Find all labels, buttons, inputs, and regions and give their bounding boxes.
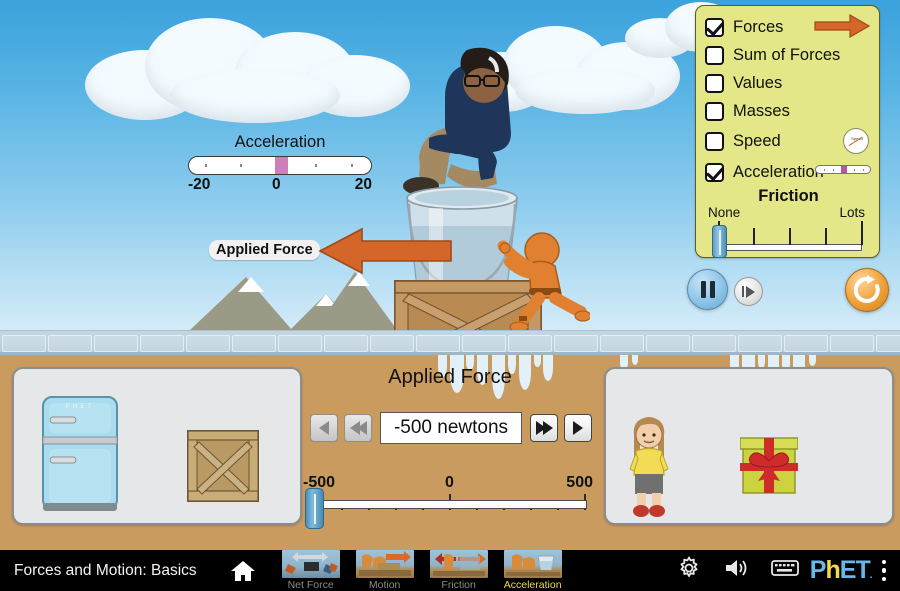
friction-min-label: None: [708, 205, 741, 220]
reset-icon: [853, 275, 880, 303]
checkbox-row-sum-of-forces[interactable]: Sum of Forces: [705, 44, 840, 66]
checkbox-sum-of-forces[interactable]: [705, 45, 724, 65]
kebab-menu-icon[interactable]: [881, 558, 886, 584]
tab-motion[interactable]: Motion: [353, 550, 417, 591]
tab-acceleration-thumbnail: [503, 550, 562, 578]
simulation-root: Acceleration -20 0 20 Applied Force Forc…: [0, 0, 900, 591]
speedometer-icon: Speed: [843, 128, 869, 154]
checkbox-acceleration[interactable]: [705, 162, 724, 182]
tab-motion-label: Motion: [368, 579, 401, 591]
friction-slider-thumb[interactable]: [712, 225, 727, 258]
applied-force-arrow-icon: [318, 227, 452, 275]
applied-force-value[interactable]: -500 newtons: [380, 412, 522, 444]
tab-acceleration[interactable]: Acceleration: [501, 550, 565, 591]
tab-net-force-label: Net Force: [287, 579, 334, 591]
tab-acceleration-label: Acceleration: [503, 579, 562, 591]
acceleration-meter: Acceleration -20 0 20: [188, 133, 372, 195]
checkbox-label-values: Values: [733, 73, 783, 92]
acc-min-label: -20: [188, 176, 211, 193]
toolbox-right: [604, 367, 894, 525]
tab-friction-label: Friction: [441, 579, 476, 591]
cloud-left: [85, 10, 415, 123]
acceleration-meter-indicator: [275, 157, 288, 174]
checkbox-row-speed[interactable]: Speed: [705, 130, 781, 152]
refrigerator-item[interactable]: PHET: [41, 395, 119, 513]
checkbox-label-masses: Masses: [733, 101, 790, 120]
acceleration-meter-labels: -20 0 20: [188, 176, 372, 195]
increase-large-button[interactable]: [530, 414, 558, 442]
bottom-navbar: Forces and Motion: Basics Net Force Moti…: [0, 550, 900, 591]
pause-button[interactable]: [687, 269, 728, 310]
visibility-control-panel: Forces Sum of Forces Values Masses Speed…: [695, 5, 880, 258]
acc-mid-label: 0: [272, 176, 281, 193]
sim-title: Forces and Motion: Basics: [14, 561, 197, 579]
friction-max-label: Lots: [839, 205, 865, 220]
svg-text:PHET: PHET: [66, 404, 94, 410]
checkbox-row-values[interactable]: Values: [705, 72, 782, 94]
orange-arrow-icon: [814, 14, 870, 38]
home-icon[interactable]: [230, 559, 256, 583]
tab-friction[interactable]: Friction: [427, 550, 491, 591]
checkbox-row-masses[interactable]: Masses: [705, 100, 790, 122]
applied-force-stepper: -500 newtons: [310, 412, 592, 444]
checkbox-label-acceleration: Acceleration: [733, 162, 824, 181]
checkbox-label-sum-of-forces: Sum of Forces: [733, 45, 841, 64]
tab-net-force-thumbnail: [281, 550, 340, 578]
friction-title: Friction: [758, 187, 819, 205]
checkbox-label-forces: Forces: [733, 17, 784, 36]
friction-slider-track[interactable]: [717, 244, 862, 251]
tab-motion-thumbnail: [355, 550, 414, 578]
step-forward-button[interactable]: [734, 277, 763, 306]
sound-icon[interactable]: [723, 556, 749, 585]
checkbox-label-speed: Speed: [733, 131, 781, 150]
girl-item[interactable]: [628, 413, 670, 518]
checkbox-masses[interactable]: [705, 101, 724, 121]
mannequin-pusher: [497, 232, 590, 333]
tab-friction-thumbnail: [429, 550, 488, 578]
acceleration-meter-title: Acceleration: [234, 133, 326, 151]
gear-icon[interactable]: [677, 556, 701, 585]
keyboard-icon[interactable]: [770, 558, 799, 583]
navbar-right-controls: PhET.: [666, 556, 890, 585]
applied-force-title: Applied Force: [388, 366, 512, 388]
acceleration-meter-bar: [188, 156, 372, 175]
checkbox-forces[interactable]: [705, 17, 724, 37]
wooden-crate-item[interactable]: [187, 430, 259, 502]
force-slider-track[interactable]: [312, 500, 587, 509]
force-slider-thumb[interactable]: [305, 488, 324, 529]
force-mid-label: 0: [445, 474, 454, 491]
decrease-small-button[interactable]: [310, 414, 338, 442]
acceleration-meter-icon: [815, 165, 871, 174]
screen-tabs: Net Force Motion Friction Acceleration: [274, 550, 570, 591]
toolbox-left: PHET: [12, 367, 302, 525]
acc-max-label: 20: [354, 176, 372, 193]
man-figure: [403, 47, 511, 195]
checkbox-row-acceleration[interactable]: Acceleration: [705, 161, 824, 183]
decrease-large-button[interactable]: [344, 414, 372, 442]
checkbox-row-forces[interactable]: Forces: [705, 16, 783, 38]
reset-all-button[interactable]: [845, 268, 889, 312]
phet-logo[interactable]: PhET.: [810, 556, 873, 585]
checkbox-speed[interactable]: [705, 131, 724, 151]
force-max-label: 500: [566, 474, 593, 491]
checkbox-values[interactable]: [705, 73, 724, 93]
applied-force-arrow-label: Applied Force: [209, 240, 320, 260]
tab-net-force[interactable]: Net Force: [279, 550, 343, 591]
increase-small-button[interactable]: [564, 414, 592, 442]
gift-box-item[interactable]: [740, 429, 798, 495]
